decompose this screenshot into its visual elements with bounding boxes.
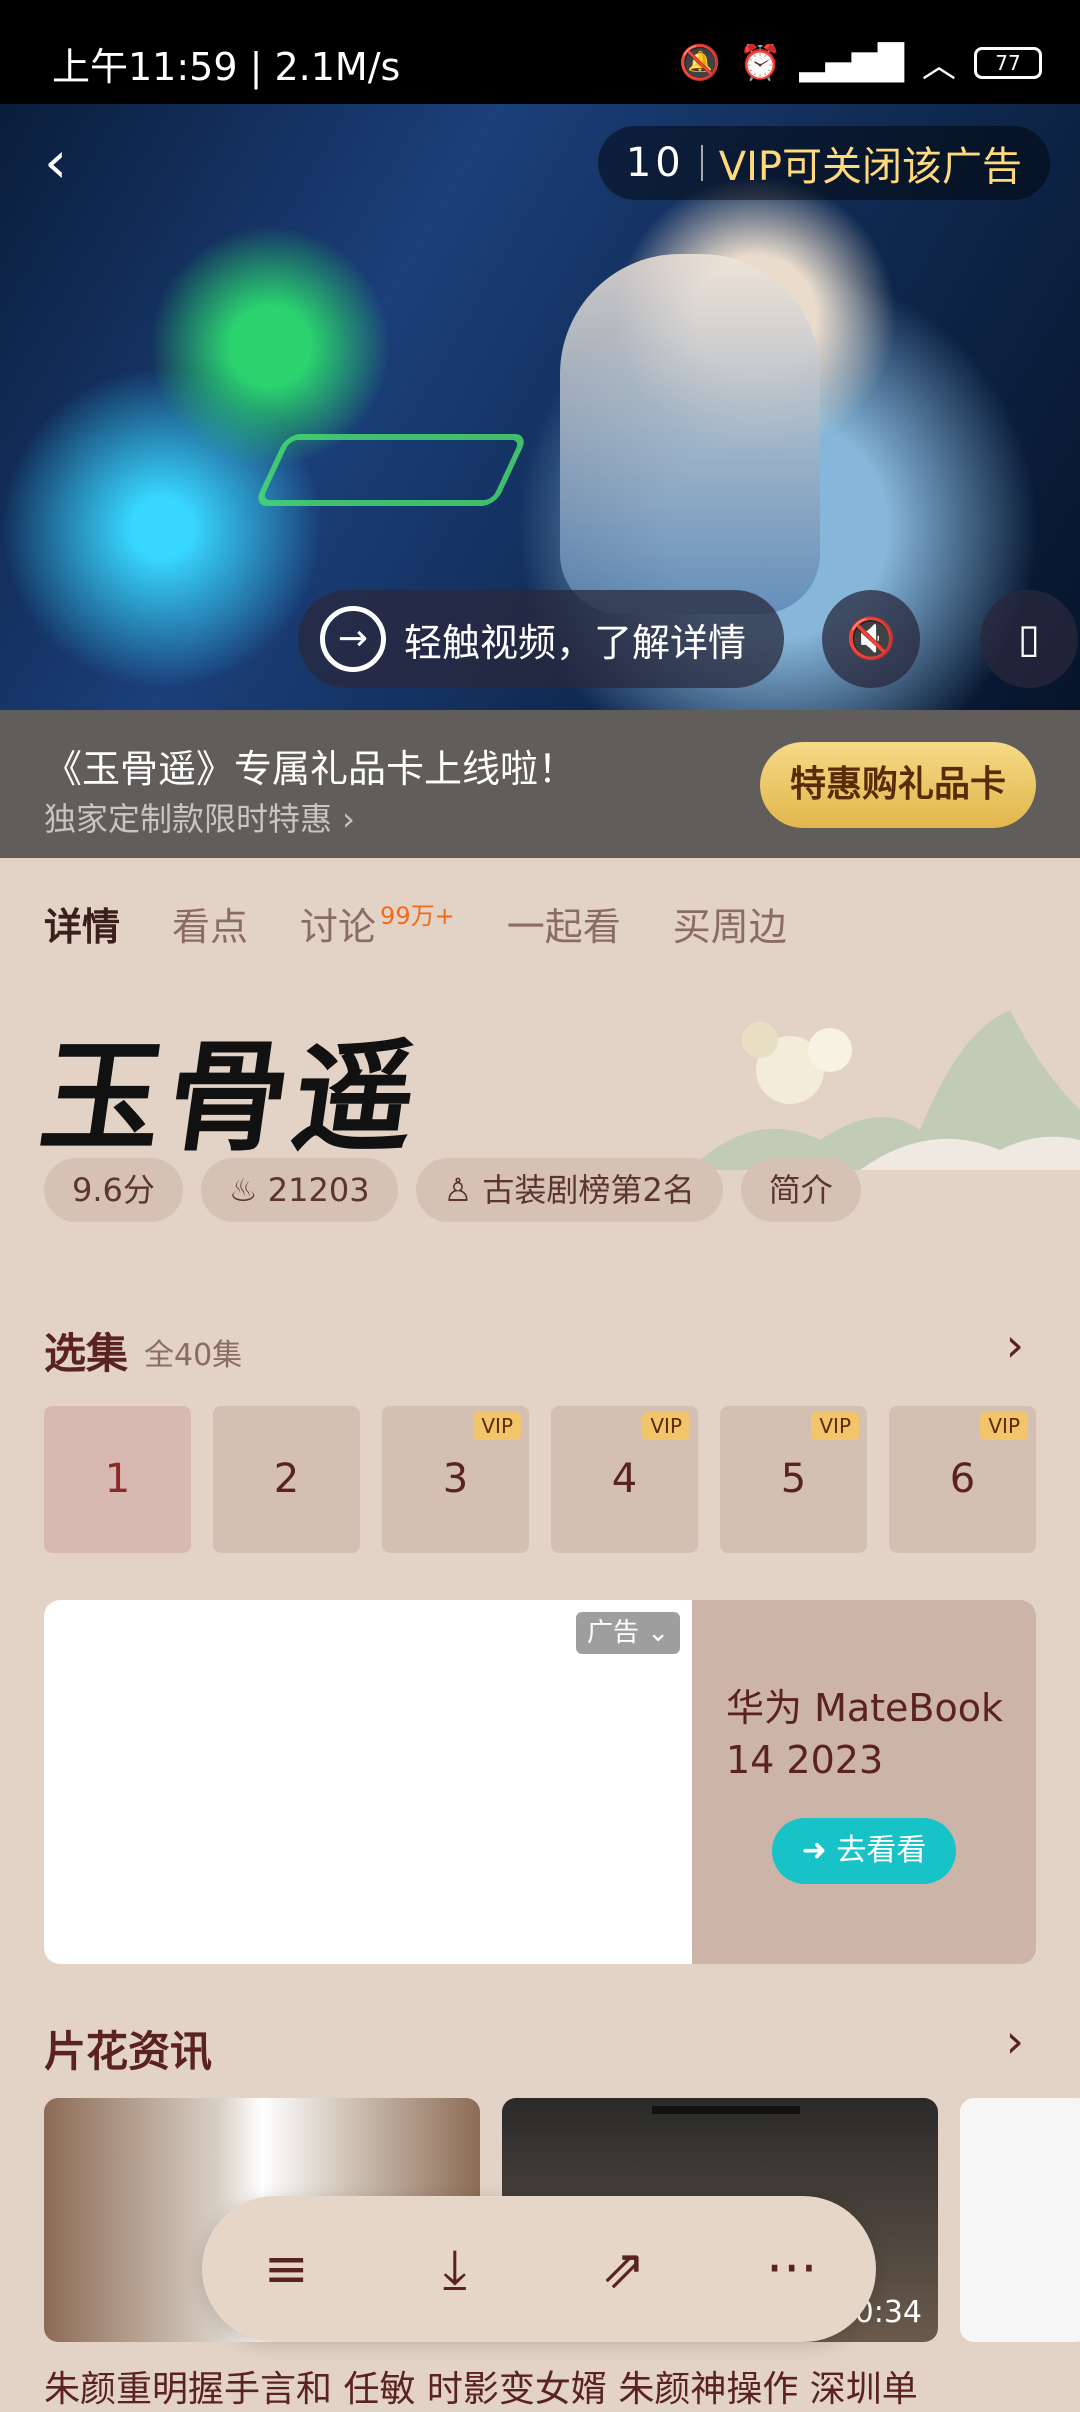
- more-icon[interactable]: ···: [752, 2229, 832, 2309]
- buy-gift-card-button[interactable]: 特惠购礼品卡: [760, 742, 1036, 828]
- status-time: 上午11:59 | 2.1M/s: [52, 45, 401, 89]
- episode-item[interactable]: 5 VIP: [720, 1406, 867, 1553]
- vip-badge: VIP: [473, 1412, 521, 1440]
- ad-tag-label: 广告: [586, 1618, 639, 1648]
- clip-thumbnail[interactable]: [960, 2098, 1080, 2342]
- tab-merch[interactable]: 买周边: [673, 896, 787, 951]
- show-title-logo: 玉骨遥: [32, 1027, 431, 1168]
- add-to-playlist-icon[interactable]: ≡: [246, 2229, 326, 2309]
- promo-title: 《玉骨遥》专属礼品卡上线啦！: [44, 747, 577, 791]
- mountain-flower-illustration: [700, 1010, 1080, 1170]
- episode-item[interactable]: 6 VIP: [889, 1406, 1036, 1553]
- episode-item[interactable]: 1: [44, 1406, 191, 1553]
- show-info-chips: 9.6分 ♨ 21203 ♙ 古装剧榜第2名 简介: [44, 1158, 861, 1222]
- trophy-icon: ♙: [443, 1171, 483, 1209]
- episode-item[interactable]: 3 VIP: [382, 1406, 529, 1553]
- tab-discussion-label: 讨论: [300, 905, 377, 949]
- rank-label: 古装剧榜第2名: [482, 1171, 695, 1209]
- clips-chevron-right-icon[interactable]: ›: [1006, 2014, 1024, 2068]
- video-frame-person: [560, 254, 820, 614]
- back-arrow-icon[interactable]: ‹: [44, 132, 104, 192]
- gift-card-banner[interactable]: 《玉骨遥》专属礼品卡上线啦！ 独家定制款限时特惠 › 特惠购礼品卡: [0, 710, 1080, 858]
- download-icon[interactable]: ⤓: [415, 2229, 495, 2309]
- touch-video-label: 轻触视频，了解详情: [404, 620, 747, 665]
- rank-chip[interactable]: ♙ 古装剧榜第2名: [415, 1158, 723, 1222]
- arrow-right-circle-icon: →: [320, 606, 386, 672]
- episodes-title: 选集: [44, 1329, 129, 1378]
- flame-icon: ♨: [228, 1171, 268, 1209]
- tab-details[interactable]: 详情: [44, 896, 120, 951]
- heat-value: 21203: [267, 1171, 370, 1209]
- rating-chip[interactable]: 9.6分: [44, 1158, 183, 1222]
- episode-item[interactable]: 2: [213, 1406, 360, 1553]
- video-player[interactable]: ‹ 10 VIP可关闭该广告 → 轻触视频，了解详情 🔇 ▯: [0, 104, 1080, 710]
- arrow-right-circle-icon: ➜: [801, 1833, 837, 1868]
- discussion-count-badge: 99万+: [380, 902, 455, 930]
- ad-image[interactable]: [44, 1600, 692, 1964]
- ad-countdown: 10: [625, 140, 685, 186]
- mute-bell-icon: 🔕: [678, 42, 722, 83]
- tab-discussion[interactable]: 讨论 99万+: [300, 896, 455, 951]
- vip-badge: VIP: [642, 1412, 690, 1440]
- intro-chip[interactable]: 简介: [740, 1158, 861, 1222]
- divider: [700, 145, 703, 181]
- episodes-chevron-right-icon[interactable]: ›: [1006, 1318, 1024, 1372]
- signal-icon: ▂▄▆█: [799, 42, 904, 83]
- episode-number: 4: [611, 1456, 638, 1502]
- episode-number: 1: [104, 1456, 131, 1502]
- clips-title: 片花资讯: [44, 2027, 213, 2076]
- ad-close-pill[interactable]: 10 VIP可关闭该广告: [597, 126, 1050, 200]
- heat-chip[interactable]: ♨ 21203: [200, 1158, 398, 1222]
- episodes-count: 全40集: [144, 1338, 243, 1373]
- clip-titles[interactable]: 朱颜重明握手言和 任敏 时影变女婿 朱颜神操作 深圳单: [44, 2360, 918, 2412]
- promo-subtitle[interactable]: 独家定制款限时特惠 ›: [44, 794, 355, 840]
- video-frame-decor: [253, 434, 529, 506]
- wifi-icon: ︿: [922, 46, 956, 86]
- ad-tag[interactable]: 广告 ⌄: [576, 1612, 680, 1654]
- tab-highlights[interactable]: 看点: [172, 896, 248, 951]
- floating-toolbar: ≡ ⤓ ⇗ ···: [202, 2196, 876, 2342]
- rotate-screen-icon[interactable]: ▯: [980, 590, 1078, 688]
- status-bar: 上午11:59 | 2.1M/s 🔕 ⏰ ▂▄▆█ ︿ 77: [0, 0, 1080, 104]
- touch-video-button[interactable]: → 轻触视频，了解详情: [298, 590, 784, 688]
- vip-close-ad-link[interactable]: VIP可关闭该广告: [719, 134, 1022, 192]
- clip-caption-image: [652, 2106, 800, 2114]
- episode-number: 5: [780, 1456, 807, 1502]
- episode-list: 1 2 3 VIP 4 VIP 5 VIP 6 VIP: [44, 1406, 1036, 1553]
- detail-tabs: 详情 看点 讨论 99万+ 一起看 买周边: [44, 896, 787, 951]
- vip-badge: VIP: [980, 1412, 1028, 1440]
- battery-icon: 77: [974, 46, 1042, 79]
- episode-number: 6: [949, 1456, 976, 1502]
- vip-badge: VIP: [811, 1412, 859, 1440]
- status-icons: 🔕 ⏰ ▂▄▆█ ︿ 77: [679, 38, 1042, 87]
- episode-number: 3: [442, 1456, 469, 1502]
- ad-go-button[interactable]: ➜ 去看看: [772, 1818, 956, 1884]
- tab-watch-together[interactable]: 一起看: [507, 896, 621, 951]
- share-icon[interactable]: ⇗: [583, 2229, 663, 2309]
- ad-go-label: 去看看: [836, 1833, 927, 1868]
- alarm-icon: ⏰: [739, 42, 782, 83]
- mute-icon[interactable]: 🔇: [822, 590, 920, 688]
- episode-item[interactable]: 4 VIP: [551, 1406, 698, 1553]
- ad-product-name: 华为 MateBook 14 2023: [726, 1686, 1004, 1782]
- ad-card[interactable]: 广告 ⌄ 华为 MateBook 14 2023 ➜ 去看看: [44, 1600, 1036, 1964]
- episode-number: 2: [273, 1456, 300, 1502]
